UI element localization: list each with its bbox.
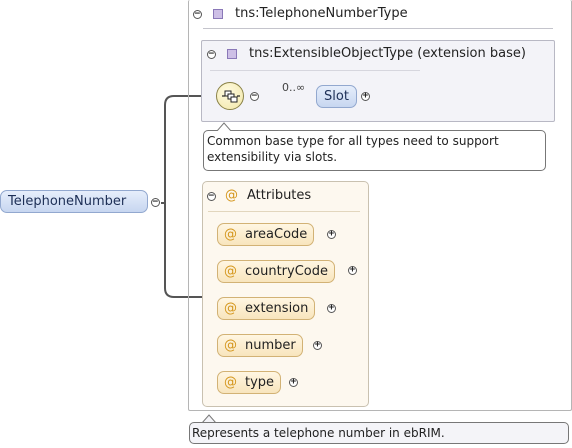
attribute-at-icon: @ (224, 375, 237, 390)
attribute-label: areaCode (245, 227, 308, 242)
collapse-toggle-icon[interactable]: − (207, 192, 216, 201)
expand-toggle-icon[interactable]: + (348, 266, 357, 275)
attribute-label: type (245, 375, 275, 390)
attribute-at-icon: @ (224, 338, 237, 353)
slot-element[interactable]: Slot (316, 85, 357, 108)
attribute-label: extension (245, 301, 309, 316)
attribute-at-icon: @ (224, 264, 237, 279)
attribute-extension[interactable]: @ extension (217, 297, 316, 320)
complex-type-title: tns:TelephoneNumberType (235, 6, 408, 21)
expand-toggle-icon[interactable]: + (313, 341, 322, 350)
extension-base-title: tns:ExtensibleObjectType (extension base… (249, 46, 526, 61)
attribute-number[interactable]: @ number (217, 334, 303, 357)
attribute-area-code[interactable]: @ areaCode (217, 223, 315, 246)
expand-toggle-icon[interactable]: + (361, 92, 370, 101)
title-separator (203, 28, 553, 29)
attribute-country-code[interactable]: @ countryCode (217, 260, 335, 283)
attribute-label: number (245, 338, 296, 353)
type-documentation: Represents a telephone number in ebRIM. (189, 422, 569, 444)
collapse-toggle-icon[interactable]: − (207, 50, 216, 59)
collapse-toggle-icon[interactable]: − (250, 92, 259, 101)
expand-toggle-icon[interactable]: + (289, 378, 298, 387)
doc-pointer (216, 122, 232, 131)
sequence-compositor-icon[interactable] (216, 82, 244, 110)
extension-documentation: Common base type for all types need to s… (203, 130, 546, 171)
slot-occurrence: 0..∞ (282, 81, 306, 94)
attribute-at-icon: @ (224, 301, 237, 316)
attribute-type[interactable]: @ type (217, 371, 282, 394)
attributes-separator (208, 211, 360, 212)
collapse-toggle-icon[interactable]: − (151, 198, 160, 207)
attribute-at-icon: @ (224, 227, 237, 242)
telephone-number-element[interactable]: TelephoneNumber (0, 190, 148, 213)
extension-separator (210, 70, 420, 71)
collapse-toggle-icon[interactable]: − (193, 10, 202, 19)
complex-type-icon (227, 49, 237, 59)
attributes-title: Attributes (247, 188, 312, 203)
expand-toggle-icon[interactable]: + (327, 230, 336, 239)
attribute-at-icon: @ (225, 188, 238, 203)
attribute-label: countryCode (245, 264, 328, 279)
expand-toggle-icon[interactable]: + (327, 304, 336, 313)
complex-type-icon (213, 9, 223, 19)
